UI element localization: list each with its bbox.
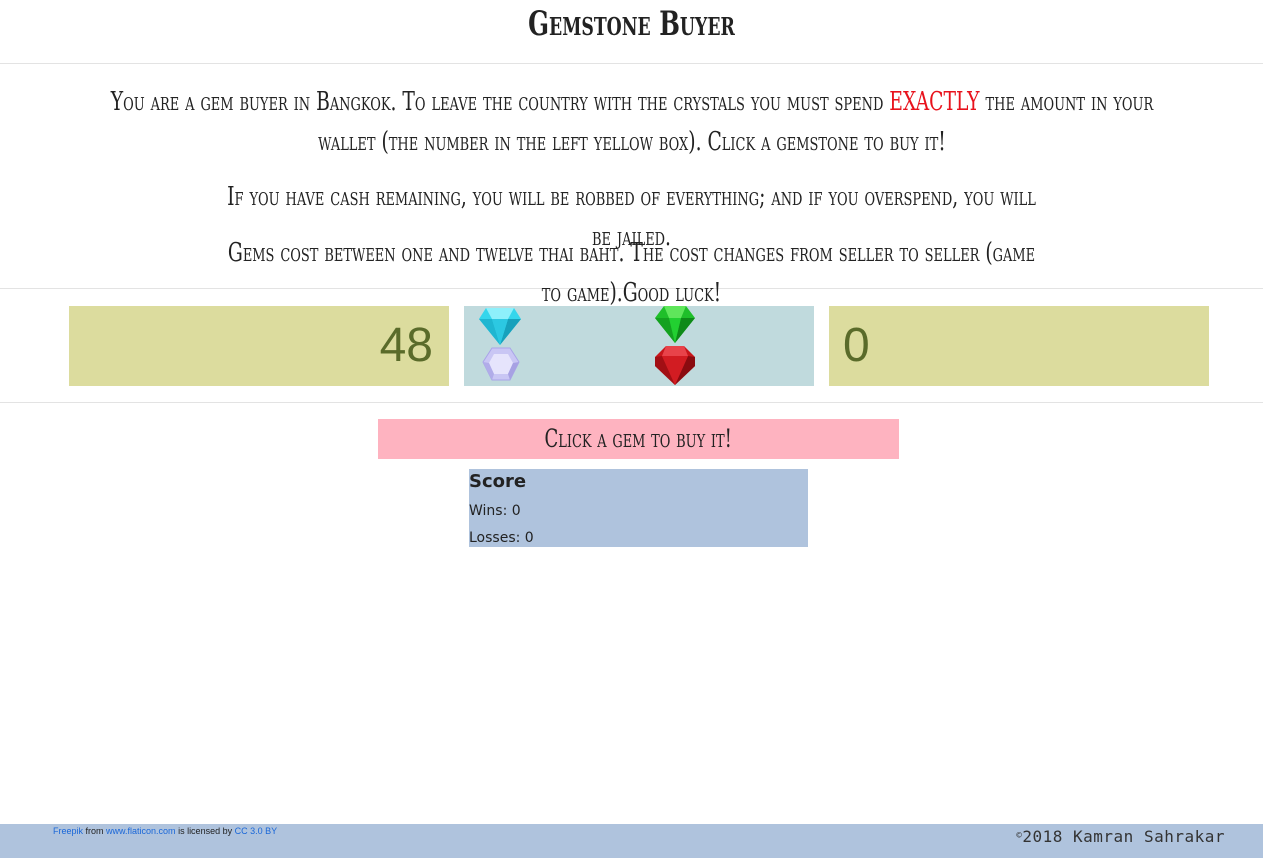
cyan-diamond-icon	[479, 308, 521, 345]
footer: Freepik from www.flaticon.com is license…	[0, 824, 1263, 858]
spent-amount: 0	[843, 319, 870, 372]
freepik-link[interactable]: Freepik	[53, 826, 83, 836]
green-emerald-gem[interactable]	[654, 306, 696, 344]
header: Gemstone Buyer	[0, 0, 1263, 64]
red-ruby-icon	[655, 346, 695, 385]
losses-count: Losses: 0	[469, 530, 534, 546]
flaticon-link[interactable]: www.flaticon.com	[106, 826, 176, 836]
credit-licensed-text: is licensed by	[175, 826, 235, 836]
green-emerald-icon	[655, 306, 695, 343]
score-title: Score	[469, 471, 527, 492]
license-link[interactable]: CC 3.0 BY	[235, 826, 278, 836]
lavender-crystal-gem[interactable]	[482, 346, 520, 382]
status-message-bar: Click a gem to buy it!	[378, 419, 899, 459]
divider	[0, 402, 1263, 403]
exactly-highlight: EXACTLY	[889, 87, 980, 117]
status-message: Click a gem to buy it!	[544, 424, 733, 453]
wins-count: Wins: 0	[469, 503, 521, 519]
credit-from-text: from	[83, 826, 107, 836]
instruction-text: You are a gem buyer in Bangkok. To leave…	[110, 87, 890, 117]
instruction-paragraph-3: Gems cost between one and twelve thai ba…	[227, 238, 1036, 308]
instructions: You are a gem buyer in Bangkok. To leave…	[0, 65, 1263, 308]
page-title: Gemstone Buyer	[528, 4, 735, 44]
spent-box: 0	[829, 306, 1209, 386]
instruction-paragraph-1: You are a gem buyer in Bangkok. To leave…	[92, 82, 1172, 162]
cyan-diamond-gem[interactable]	[478, 306, 522, 346]
red-ruby-gem[interactable]	[654, 344, 696, 386]
icon-credit: Freepik from www.flaticon.com is license…	[53, 826, 277, 836]
lavender-crystal-icon	[482, 347, 520, 381]
scoreboard: Score Wins: 0 Losses: 0	[469, 469, 808, 547]
copyright: ©2018 Kamran Sahrakar	[1016, 827, 1225, 846]
wallet-box: 48	[69, 306, 449, 386]
gem-shelf	[464, 306, 814, 386]
wallet-amount: 48	[379, 319, 433, 372]
copyright-text: 2018 Kamran Sahrakar	[1022, 827, 1225, 846]
